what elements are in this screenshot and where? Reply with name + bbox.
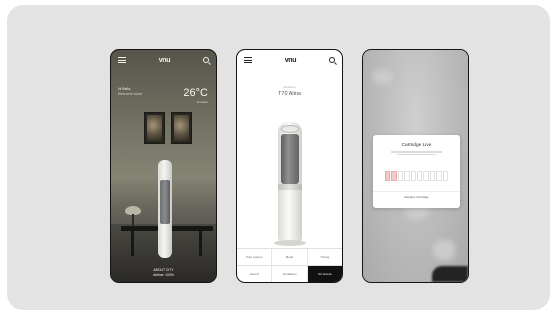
control-humid[interactable]: Humid <box>237 266 271 282</box>
modal-divider <box>373 191 460 192</box>
footer-line-2: Airflow: 100% <box>153 273 174 277</box>
replace-cartridge-button[interactable]: Replace Cartridge <box>373 195 460 199</box>
cartridge-level-segment <box>417 171 423 181</box>
cartridge-level-segment <box>410 171 417 181</box>
modal-description <box>391 150 442 156</box>
phone-cartridge-screen: Cartridge Live Replace Cartridge <box>362 49 469 283</box>
blurred-dark-shape <box>432 266 468 282</box>
cartridge-level-segment <box>436 171 442 181</box>
top-bar: vnu <box>111 50 216 70</box>
search-icon[interactable] <box>328 57 335 63</box>
console-leg <box>199 230 202 256</box>
product-label: Welcome <box>283 85 296 89</box>
cartridge-level-segment <box>397 171 404 181</box>
cartridge-level-segment <box>404 171 410 181</box>
wall-painting <box>144 112 165 144</box>
control-pure-system[interactable]: Pure system <box>237 249 271 265</box>
phone-product-screen: vnu Welcome T70 Alina Pure system Mode T… <box>236 49 343 283</box>
greeting-subtext: Welcome home <box>118 92 143 96</box>
wall-painting <box>171 112 192 144</box>
search-icon[interactable] <box>202 57 209 63</box>
blurred-shape <box>433 240 455 260</box>
purifier-window <box>281 134 299 184</box>
cartridge-level-segment <box>423 171 429 181</box>
home-footer: ABOUT CITY Airflow: 100% <box>111 268 216 278</box>
product-name: T70 Alina <box>278 91 301 97</box>
cartridge-level-segment <box>429 171 436 181</box>
cartridge-level-bars <box>385 171 449 181</box>
purifier-ring <box>278 184 302 190</box>
control-ventilation[interactable]: Ventilation <box>271 266 306 282</box>
cartridge-level-segment <box>391 171 397 181</box>
showcase-card: vnu Hi Bella, Welcome home 26°C ● Indoor… <box>7 5 550 310</box>
purifier-image <box>278 122 302 243</box>
purifier-image <box>158 160 172 258</box>
greeting-block: Hi Bella, Welcome home <box>118 87 142 97</box>
control-row: Humid Ventilation Air Aroma <box>237 265 342 282</box>
console-leg <box>131 230 134 256</box>
cartridge-level-segment <box>442 171 449 181</box>
control-mode[interactable]: Mode <box>271 249 306 265</box>
control-row: Pure system Mode Timing <box>237 248 342 265</box>
cartridge-level-segment <box>385 171 391 181</box>
menu-icon[interactable] <box>244 57 252 63</box>
modal-title: Cartridge Live <box>401 143 432 148</box>
brand-logo: vnu <box>284 56 297 64</box>
temperature-subtext: ● Indoor <box>196 100 208 104</box>
purifier-cap <box>281 125 299 133</box>
control-timing[interactable]: Timing <box>306 249 342 265</box>
menu-icon[interactable] <box>118 57 126 63</box>
phone-home-screen: vnu Hi Bella, Welcome home 26°C ● Indoor… <box>110 49 217 283</box>
top-bar: vnu <box>237 50 342 70</box>
brand-logo: vnu <box>158 56 171 64</box>
control-air-aroma[interactable]: Air Aroma <box>306 266 342 282</box>
cartridge-modal: Cartridge Live Replace Cartridge <box>373 135 460 208</box>
control-grid: Pure system Mode Timing Humid Ventilatio… <box>237 248 342 282</box>
temperature-readout: 26°C <box>183 87 208 99</box>
blurred-shape <box>373 70 393 84</box>
purifier-base <box>274 240 306 246</box>
